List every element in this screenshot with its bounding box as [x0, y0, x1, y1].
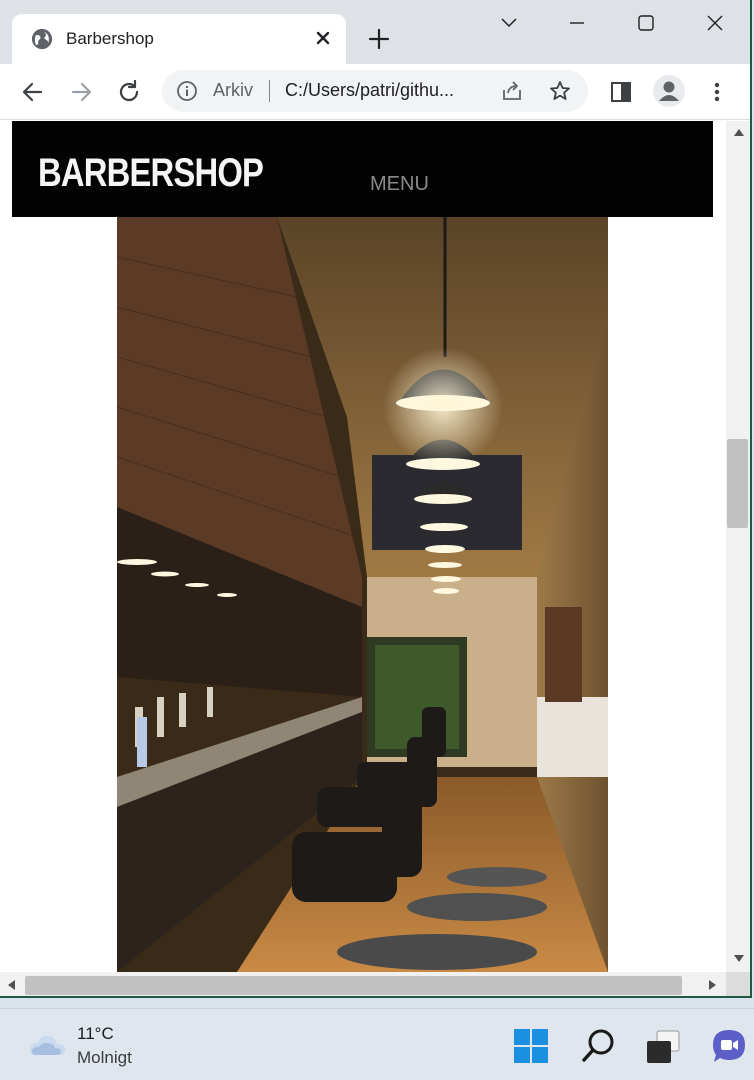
barbershop-interior-image [117, 217, 608, 972]
reload-icon[interactable] [115, 78, 143, 106]
task-view-icon[interactable] [645, 1027, 683, 1065]
horizontal-scroll-thumb[interactable] [25, 976, 682, 995]
info-icon[interactable] [176, 80, 198, 102]
address-chip-label: Arkiv [213, 80, 253, 100]
maximize-icon[interactable] [631, 10, 661, 36]
page-viewport: BARBERSHOP MENU [0, 121, 726, 972]
close-icon[interactable] [312, 27, 334, 49]
weather-temperature[interactable]: 11°C [77, 1024, 114, 1044]
minimize-icon[interactable] [562, 10, 592, 36]
kebab-menu-icon[interactable] [703, 78, 731, 106]
address-bar[interactable]: Arkiv C:/Users/patri/githu... [162, 70, 588, 112]
tab-barbershop[interactable]: Barbershop [12, 14, 346, 64]
scroll-down-arrow-icon[interactable] [734, 955, 744, 962]
scroll-right-arrow-icon[interactable] [709, 980, 716, 990]
window-close-icon[interactable] [700, 10, 730, 36]
forward-arrow-icon[interactable] [67, 78, 95, 106]
taskbar: 11°C Molnigt [0, 1008, 754, 1080]
scroll-left-arrow-icon[interactable] [8, 980, 15, 990]
tab-title: Barbershop [66, 29, 154, 48]
browser-window: Barbershop Arkiv C:/Users/patri/githu...… [0, 0, 752, 998]
url-text[interactable]: C:/Users/patri/githu... [285, 80, 454, 101]
search-icon[interactable] [580, 1027, 618, 1065]
vertical-scroll-thumb[interactable] [727, 439, 748, 528]
vertical-scrollbar[interactable] [726, 121, 750, 972]
weather-description[interactable]: Molnigt [77, 1048, 132, 1068]
star-icon[interactable] [548, 79, 572, 103]
cloud-icon[interactable] [28, 1029, 68, 1059]
side-panel-icon[interactable] [607, 78, 635, 106]
globe-icon [31, 28, 53, 50]
windows-start-icon[interactable] [512, 1027, 550, 1065]
chevron-down-icon[interactable] [494, 10, 524, 36]
new-tab-plus-icon[interactable] [366, 26, 392, 52]
menu-link[interactable]: MENU [370, 173, 429, 196]
person-icon [659, 81, 679, 101]
profile-avatar[interactable] [653, 75, 685, 107]
address-separator [269, 80, 270, 102]
scrollbar-corner [726, 972, 750, 996]
tab-strip: Barbershop [0, 0, 750, 64]
teams-chat-icon[interactable] [710, 1027, 748, 1065]
scroll-up-arrow-icon[interactable] [734, 129, 744, 136]
share-icon[interactable] [500, 79, 524, 103]
back-arrow-icon[interactable] [19, 78, 47, 106]
horizontal-scrollbar[interactable] [0, 972, 726, 996]
site-logo[interactable]: BARBERSHOP [38, 151, 264, 196]
browser-toolbar: Arkiv C:/Users/patri/githu... [0, 64, 750, 120]
site-header: BARBERSHOP MENU [12, 121, 713, 217]
hero-image [117, 217, 608, 972]
